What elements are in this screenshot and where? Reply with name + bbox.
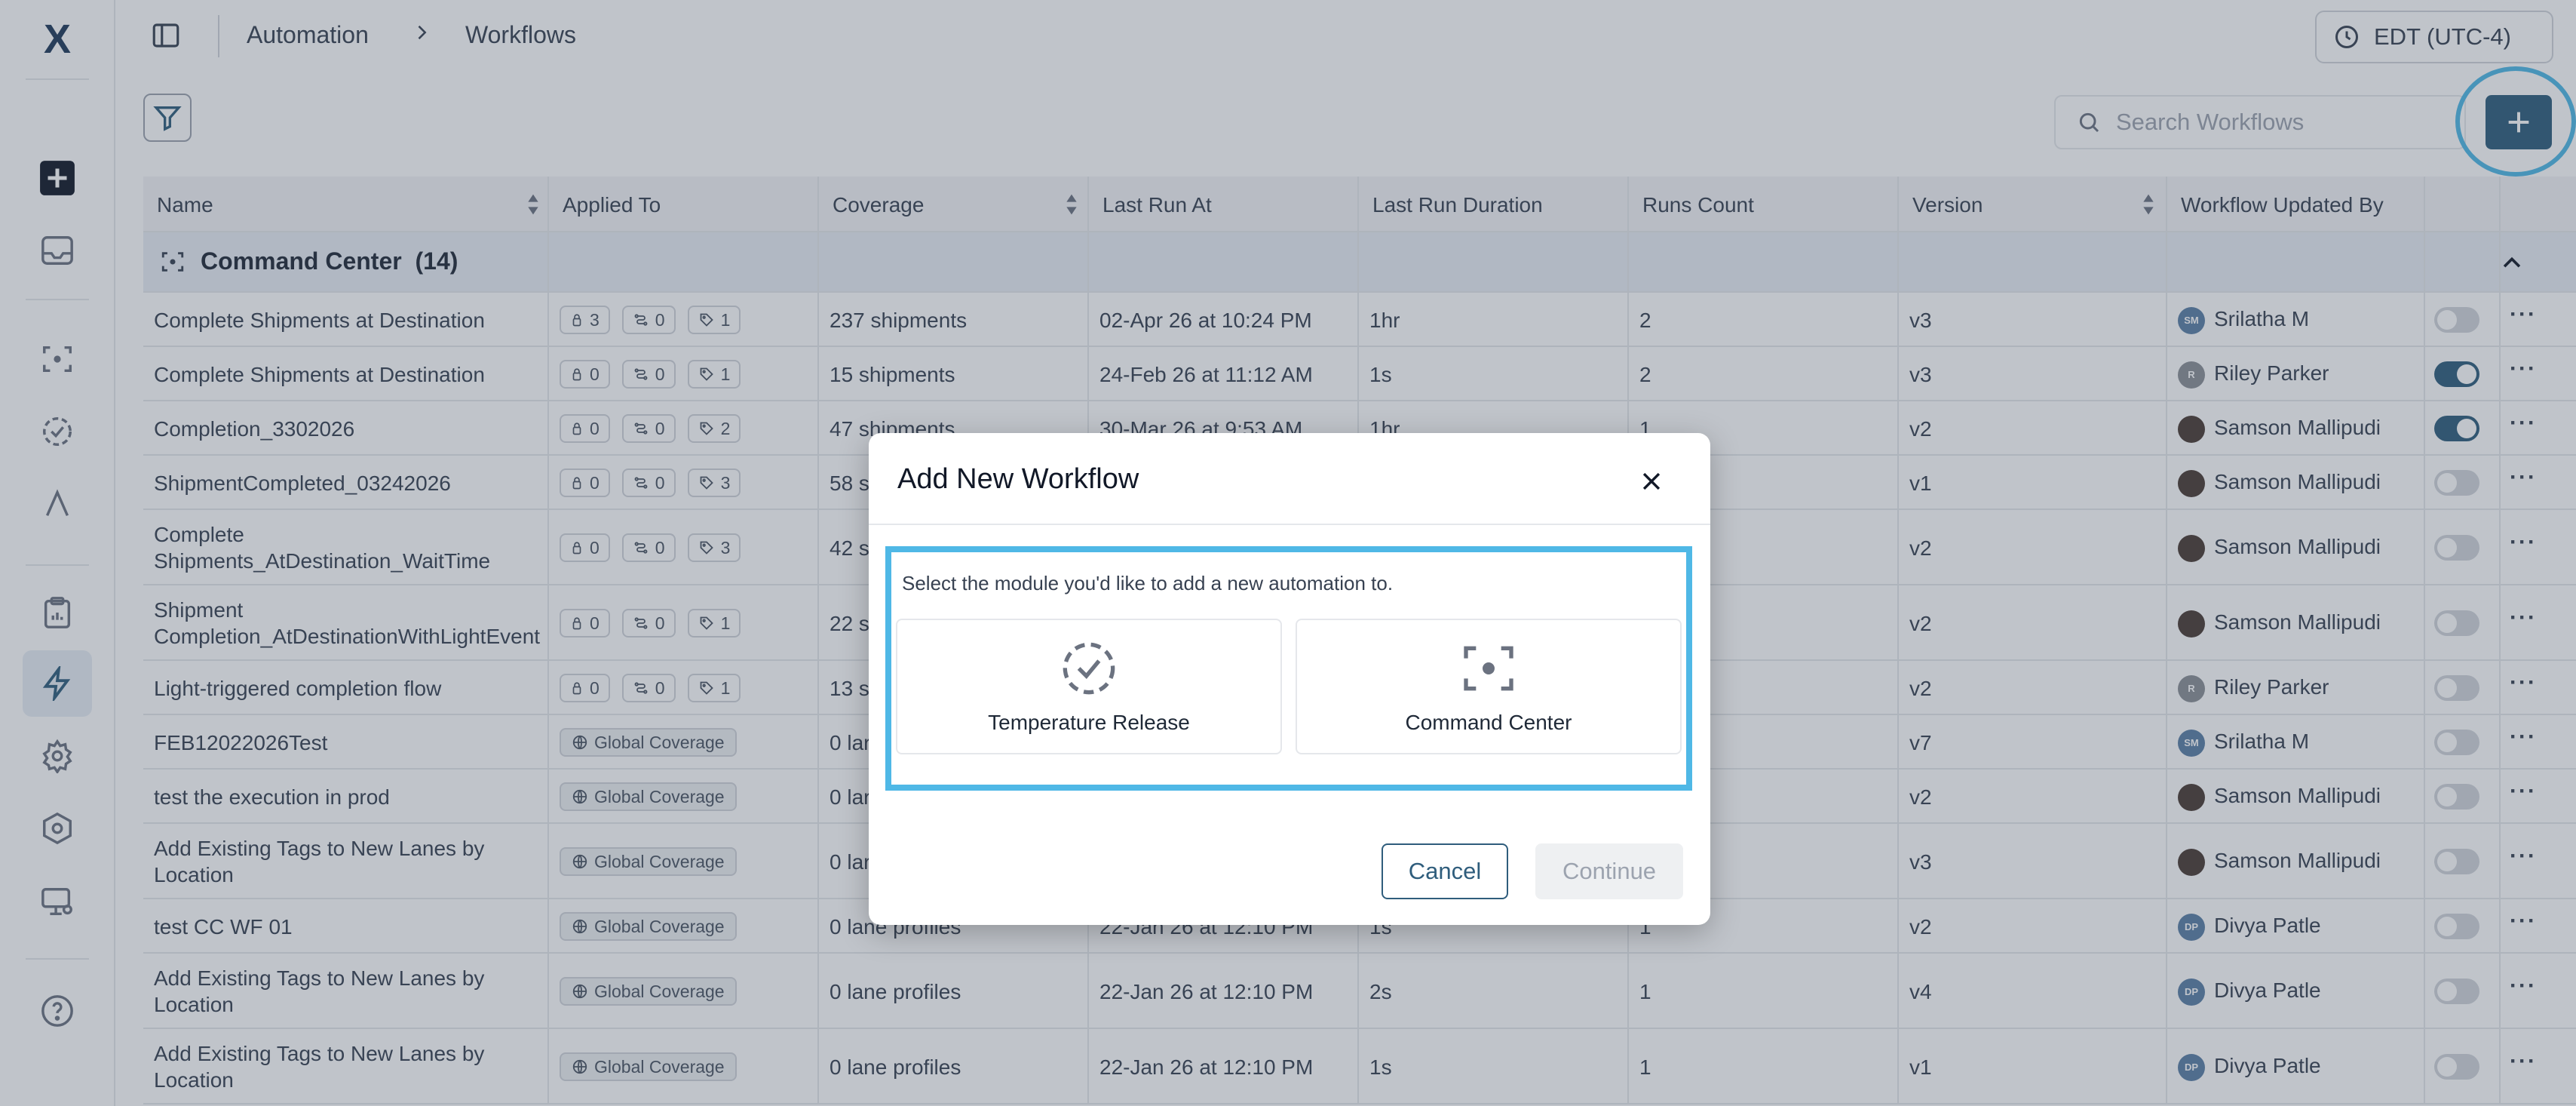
continue-button[interactable]: Continue [1535,843,1683,899]
dashed-check-circle-icon [1063,642,1115,695]
module-option-command-center[interactable]: Command Center [1296,619,1682,754]
modal-description: Select the module you'd like to add a ne… [902,572,1394,594]
modal-header: Add New Workflow [869,433,1710,525]
module-option-label: Temperature Release [988,711,1190,734]
scan-focus-icon [1464,646,1513,691]
cancel-button[interactable]: Cancel [1382,843,1508,899]
close-button[interactable] [1636,466,1667,496]
module-selection-area: Select the module you'd like to add a ne… [885,546,1692,791]
module-option-temperature-release[interactable]: Temperature Release [896,619,1282,754]
modal-title: Add New Workflow [897,463,1139,495]
module-option-label: Command Center [1405,711,1572,734]
add-workflow-modal: Add New Workflow Select the module you'd… [869,433,1710,925]
close-icon [1642,472,1661,490]
